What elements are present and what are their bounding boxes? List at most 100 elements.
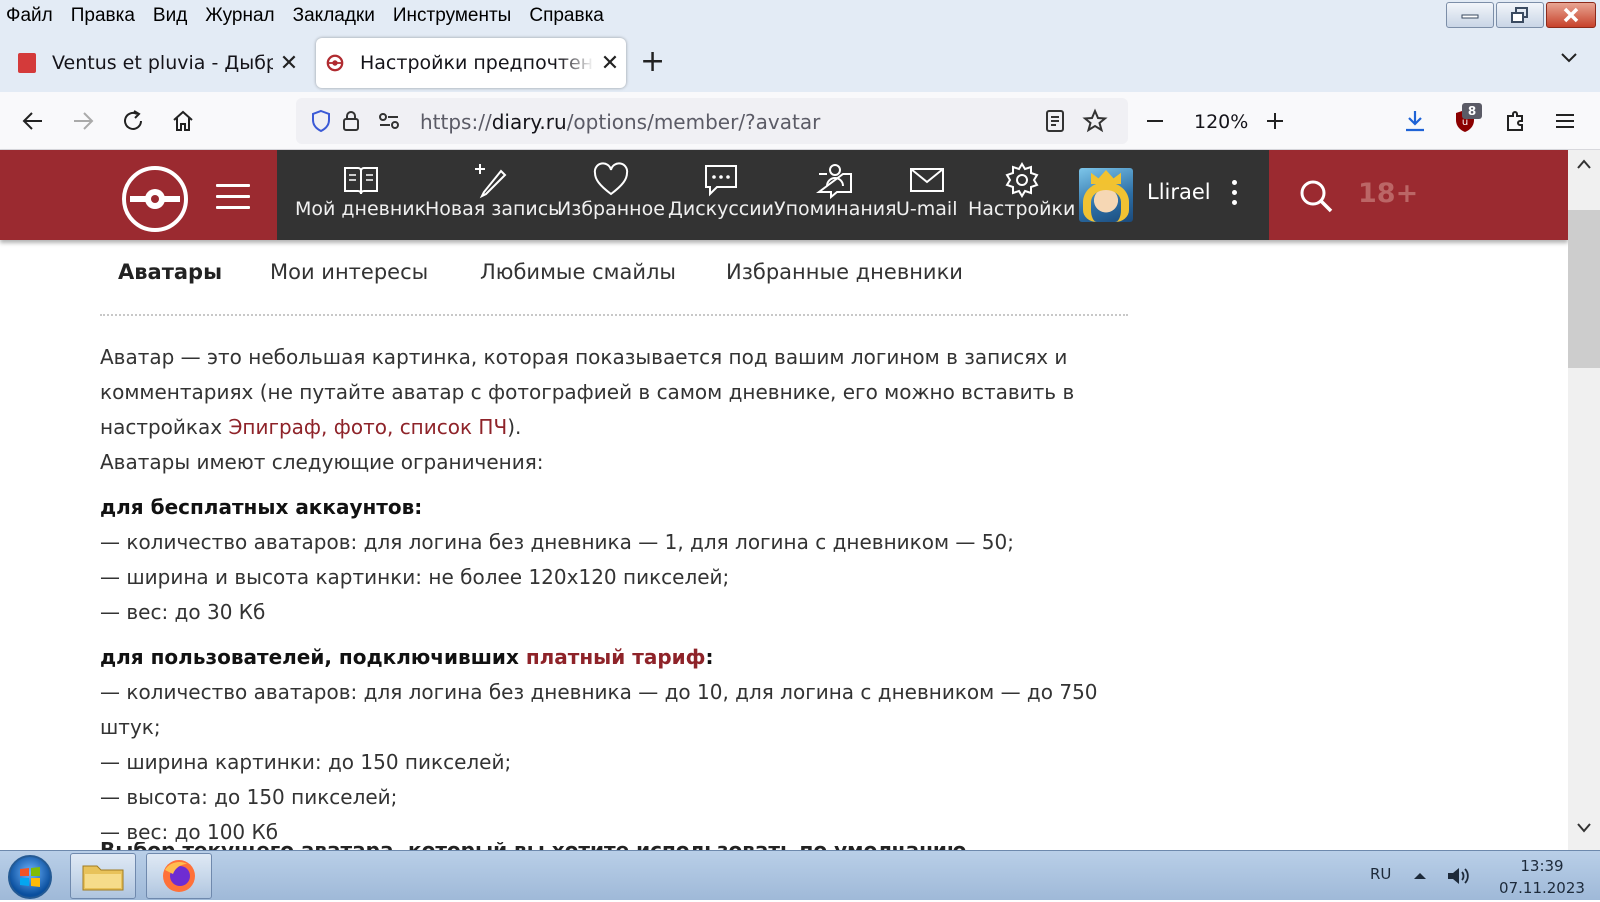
envelope-icon [909, 168, 944, 192]
lock-icon[interactable] [338, 108, 364, 134]
subtab-favorite-diaries[interactable]: Избранные дневники [726, 260, 963, 284]
menu-view[interactable]: Вид [144, 0, 196, 32]
chat-bubble-icon [704, 165, 737, 197]
current-avatar-heading-cut: Выбор текущего аватара, который вы хотит… [100, 842, 966, 850]
open-book-icon [343, 167, 378, 195]
subtab-interests[interactable]: Мои интересы [270, 260, 428, 284]
avatar-info-content: Аватар — это небольшая картинка, которая… [100, 340, 1130, 850]
nav-settings[interactable]: Настройки [968, 160, 1075, 220]
epigraph-settings-link[interactable]: Эпиграф, фото, список ПЧ [228, 415, 507, 439]
tab-title: Ventus et pluvia - Дыбр [52, 52, 273, 74]
list-tabs-chevron-down-icon[interactable] [1560, 52, 1578, 64]
diary-logo-favicon-icon [326, 54, 344, 72]
username[interactable]: Llirael [1147, 180, 1211, 204]
close-icon [1563, 7, 1579, 23]
user-mention-icon [816, 164, 853, 200]
nav-new-post[interactable]: Новая запись [425, 160, 559, 220]
menu-bar: Файл Правка Вид Журнал Закладки Инструме… [0, 0, 1600, 32]
paid-item: — количество аватаров: для логина без дн… [100, 680, 1098, 739]
user-more-kebab-icon[interactable] [1232, 180, 1238, 210]
diary-logo[interactable] [122, 166, 188, 232]
url-host: diary.ru [491, 110, 567, 134]
paid-heading: для пользователей, подключивших платный … [100, 640, 1130, 675]
reader-view-icon[interactable] [1042, 108, 1068, 134]
diary-favicon-icon [18, 53, 36, 73]
address-bar[interactable]: https://diary.ru/options/member/?avatar [296, 98, 1128, 144]
nav-umail[interactable]: U-mail [896, 160, 957, 220]
paid-heading-text: для пользователей, подключивших [100, 645, 526, 669]
menu-tools[interactable]: Инструменты [384, 0, 520, 32]
search-icon[interactable] [1298, 178, 1334, 214]
nav-label: Дискуссии [668, 198, 774, 220]
zoom-in-plus-icon[interactable] [1262, 108, 1288, 134]
paid-item: — ширина картинки: до 150 пикселей; [100, 750, 512, 774]
close-tab-icon[interactable]: ✕ [594, 51, 626, 76]
settings-subtabs: Аватары Мои интересы Любимые смайлы Избр… [100, 244, 1128, 316]
nav-label: U-mail [896, 198, 958, 220]
extensions-puzzle-icon[interactable] [1502, 108, 1528, 134]
downloads-icon[interactable] [1402, 108, 1428, 134]
free-item: — ширина и высота картинки: не более 120… [100, 565, 730, 589]
os-taskbar: RU 13:39 07.11.2023 [0, 850, 1600, 900]
url-path: /options/member/?avatar [566, 110, 821, 134]
menu-bookmarks[interactable]: Закладки [284, 0, 384, 32]
age-rating-label[interactable]: 18+ [1358, 178, 1418, 209]
nav-discussions[interactable]: Дискуссии [668, 160, 774, 220]
paid-item: — высота: до 150 пикселей; [100, 785, 398, 809]
scroll-down-chevron-icon[interactable] [1576, 822, 1592, 834]
restore-icon [1511, 7, 1528, 23]
nav-my-diary[interactable]: Мой дневник [295, 160, 426, 220]
subtab-smileys[interactable]: Любимые смайлы [480, 260, 676, 284]
forward-arrow-icon[interactable] [70, 108, 96, 134]
diary-logo-icon [130, 189, 180, 209]
subtab-avatars[interactable]: Аватары [118, 260, 222, 284]
page-scrollbar[interactable] [1568, 150, 1600, 850]
minimize-button[interactable] [1446, 2, 1494, 28]
scroll-up-chevron-icon[interactable] [1576, 158, 1592, 170]
zoom-level[interactable]: 120% [1194, 111, 1248, 133]
nav-label: Упоминания [774, 198, 897, 220]
scrollbar-thumb[interactable] [1568, 210, 1600, 368]
bookmark-star-icon[interactable] [1082, 108, 1108, 134]
nav-label: Мой дневник [295, 198, 427, 220]
clock-date: 07.11.2023 [1499, 879, 1585, 897]
restore-button[interactable] [1496, 2, 1544, 28]
menu-file[interactable]: Файл [0, 0, 62, 32]
paid-tariff-link[interactable]: платный тариф [526, 645, 706, 669]
minimize-icon [1461, 14, 1479, 19]
taskbar-firefox[interactable] [146, 853, 212, 899]
gear-icon [1005, 162, 1039, 198]
tray-clock[interactable]: 13:39 07.11.2023 [1492, 855, 1592, 899]
volume-speaker-icon[interactable] [1444, 863, 1470, 889]
reload-icon[interactable] [120, 108, 146, 134]
cut-line-text: Выбор текущего аватара, который вы хотит… [100, 842, 966, 850]
close-tab-icon[interactable]: ✕ [273, 51, 305, 76]
tracking-shield-icon[interactable] [308, 108, 334, 134]
tab-ventus[interactable]: Ventus et pluvia - Дыбр ✕ [8, 38, 305, 88]
hamburger-menu-icon[interactable] [1552, 108, 1578, 134]
tab-settings[interactable]: Настройки предпочтений ✕ [316, 38, 626, 88]
site-menu-burger-icon[interactable] [216, 184, 250, 217]
permissions-icon[interactable] [376, 108, 402, 134]
taskbar-explorer[interactable] [70, 853, 136, 899]
intro-paragraph: Аватар — это небольшая картинка, которая… [100, 340, 1130, 445]
heart-icon [593, 162, 629, 196]
new-tab-button[interactable]: + [640, 46, 665, 78]
menu-edit[interactable]: Правка [62, 0, 144, 32]
zoom-out-minus-icon[interactable] [1142, 108, 1168, 134]
extension-badge-count: 8 [1462, 103, 1482, 119]
user-avatar[interactable] [1079, 168, 1133, 222]
tray-expand-arrow-icon[interactable] [1412, 869, 1428, 881]
nav-mentions[interactable]: Упоминания [774, 160, 897, 220]
free-heading-text: для бесплатных аккаунтов: [100, 495, 423, 519]
menu-help[interactable]: Справка [520, 0, 613, 32]
menu-history[interactable]: Журнал [196, 0, 283, 32]
home-icon[interactable] [170, 108, 196, 134]
back-arrow-icon[interactable] [20, 108, 46, 134]
free-heading: для бесплатных аккаунтов: [100, 490, 1130, 525]
start-button-windows-logo-icon[interactable] [8, 855, 52, 899]
url-text[interactable]: https://diary.ru/options/member/?avatar [420, 110, 820, 134]
input-language[interactable]: RU [1370, 865, 1391, 883]
nav-favorites[interactable]: Избранное [557, 160, 665, 220]
close-window-button[interactable] [1546, 2, 1596, 28]
